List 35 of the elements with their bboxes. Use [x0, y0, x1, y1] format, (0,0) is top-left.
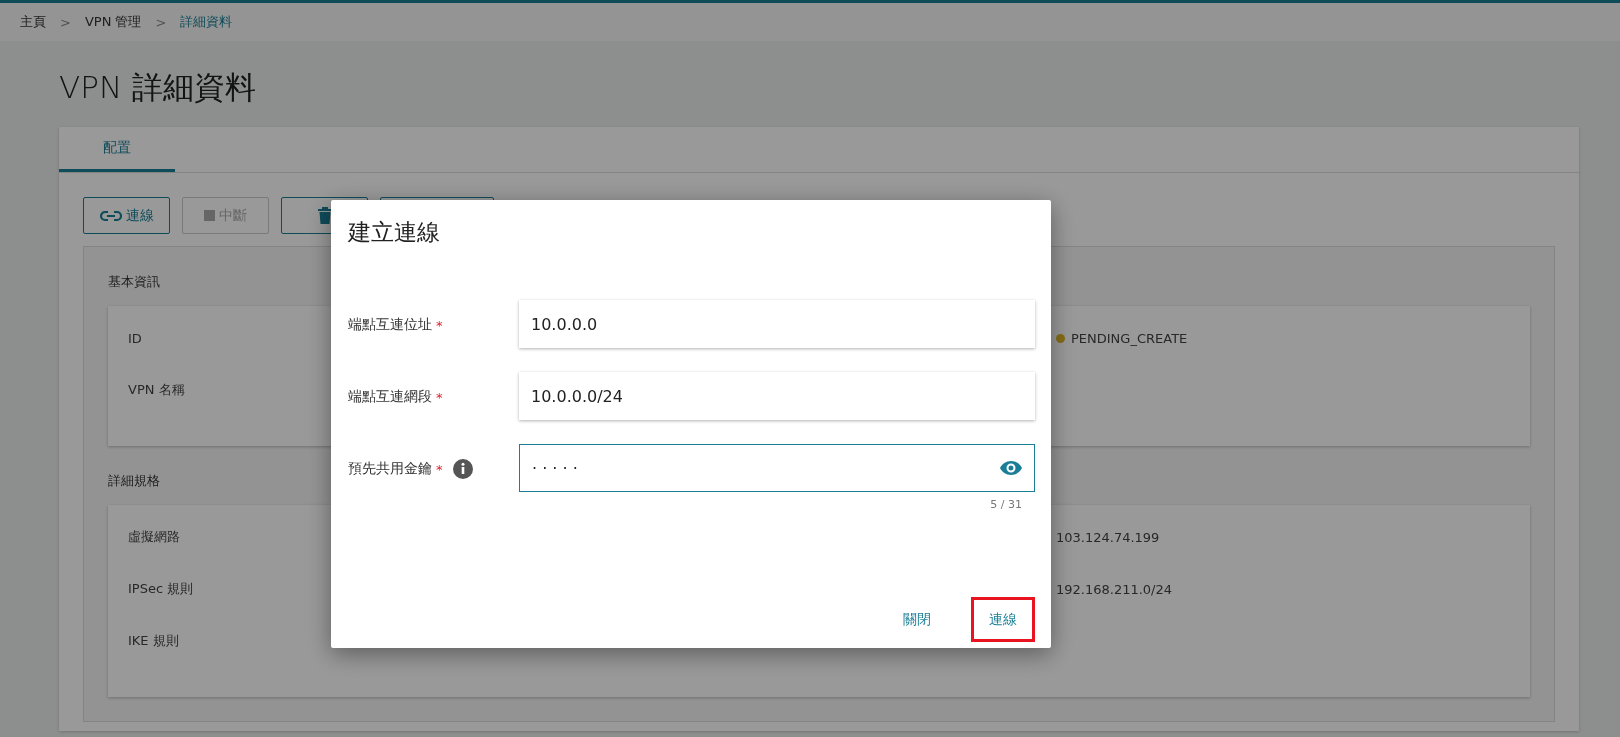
field-label: 端點互連位址 [348, 316, 432, 334]
toolbar-button[interactable]: 連線 [83, 197, 170, 234]
field-value: PENDING_CREATE [1071, 330, 1188, 346]
field-label: ID [128, 330, 142, 346]
field-label: VPN 名稱 [128, 381, 185, 399]
input-field[interactable]: 10.0.0.0 [519, 300, 1035, 348]
field-label: IKE 規則 [128, 632, 179, 650]
required-mark: * [436, 461, 443, 477]
field-label: 虛擬網路 [128, 528, 180, 546]
input-field[interactable]: · · · · · [519, 444, 1035, 492]
section-title: 詳細規格 [108, 472, 160, 490]
field-label: IPSec 規則 [128, 580, 194, 598]
field-label: 預先共用金鑰 [348, 460, 432, 478]
page-title: VPN 詳細資料 [59, 68, 257, 107]
section-title: 基本資訊 [108, 273, 160, 291]
field-label: 端點互連網段 [348, 388, 432, 406]
trash-icon [317, 207, 332, 224]
info-icon[interactable] [452, 459, 473, 479]
eye-icon[interactable] [1000, 461, 1022, 475]
field-value: 103.124.74.199 [1056, 529, 1160, 545]
breadcrumb-separator: > [60, 14, 71, 30]
dialog-button[interactable]: 連線 [971, 597, 1035, 642]
breadcrumb-link[interactable]: 主頁 [20, 13, 46, 31]
input-field[interactable]: 10.0.0.0/24 [519, 372, 1035, 420]
dialog-title: 建立連線 [348, 218, 441, 247]
tab[interactable]: 配置 [59, 127, 175, 172]
required-mark: * [436, 317, 443, 333]
breadcrumb-separator: > [155, 14, 167, 30]
breadcrumb-link[interactable]: 詳細資料 [180, 13, 233, 31]
stop-icon [204, 210, 215, 221]
field-value: 192.168.211.0/24 [1056, 581, 1173, 597]
link-icon [99, 209, 122, 222]
breadcrumb-link[interactable]: VPN 管理 [84, 13, 142, 31]
required-mark: * [436, 389, 443, 405]
character-counter: 5 / 31 [989, 498, 1023, 511]
